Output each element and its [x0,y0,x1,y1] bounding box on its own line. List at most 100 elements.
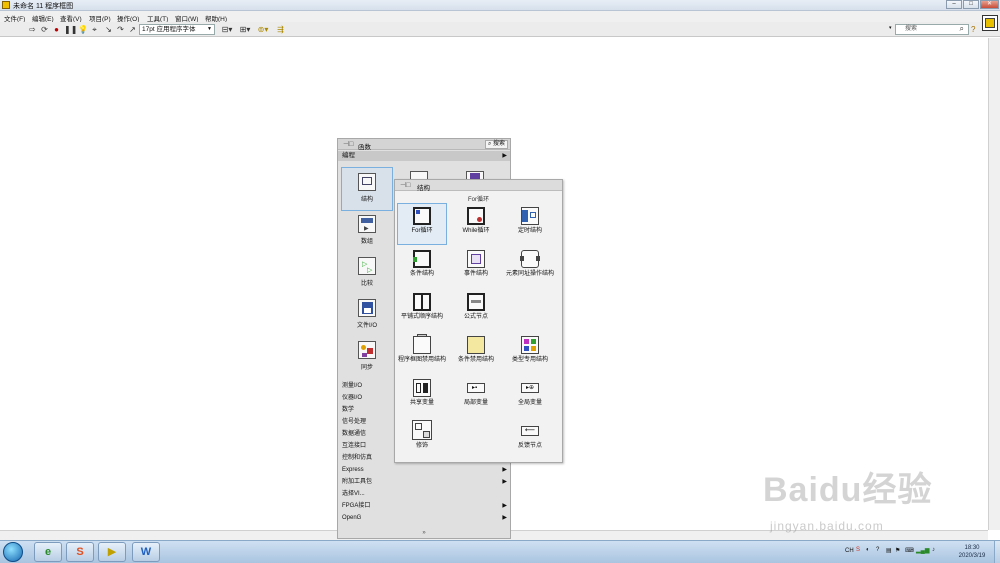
vertical-scrollbar[interactable] [988,38,1000,530]
category-item[interactable]: FPGA接口 ▶ [338,500,510,512]
palette-item-shared-variable[interactable]: 共享变量 [396,379,448,407]
maximize-button[interactable]: □ [963,0,979,9]
retain-wire-values-icon[interactable]: ⌖ [90,25,99,34]
reorder-icon[interactable]: ⊚▾ [256,25,270,34]
item-label: 反馈节点 [517,443,542,449]
palette-item-formula-node[interactable]: 公式节点 [450,293,502,321]
item-label: 修饰 [415,443,428,449]
cleanup-diagram-icon[interactable]: ⇶ [276,25,285,34]
category-item[interactable]: 选择VI... [338,488,510,500]
global-variable-icon: ▸⊕ [521,383,539,393]
highlight-execution-icon[interactable]: 💡 [78,25,88,34]
help-tray-icon[interactable]: ? [876,547,879,553]
search-input[interactable]: 搜索 ⌕ [895,24,969,35]
hover-tooltip: For循环 [467,197,489,203]
category-label: 编程 [342,152,355,159]
formula-node-icon [467,293,485,311]
conditional-disable-icon [467,336,485,354]
baidu-watermark-logo: Baidu经验 [763,471,933,509]
palette-search-button[interactable]: ⌕ 搜索 [484,140,508,149]
palette-item-label: 数组 [360,239,373,245]
palette-item-type-specialization[interactable]: 类型专用结构 [504,336,556,364]
chevron-right-icon: ▶ [502,153,507,159]
input-mode-icon[interactable]: ◐ [866,547,870,553]
palette-item-array[interactable]: ▶ 数组 [347,215,387,245]
type-specialization-icon [521,336,539,354]
step-over-icon[interactable]: ↷ [116,25,125,34]
clock[interactable]: 18:30 2020/3/19 [950,544,994,560]
case-structure-icon [413,250,431,268]
close-button[interactable]: ✕ [980,0,999,9]
for-loop-icon [413,207,431,225]
expand-palette-icon[interactable]: » [338,530,510,536]
sogou-icon[interactable]: S [66,542,94,562]
start-button[interactable] [3,542,23,562]
palette-item-global-variable[interactable]: ▸⊕ 全局变量 [504,379,556,407]
keyboard-icon[interactable]: ⌨ [905,547,914,554]
minimize-button[interactable]: – [946,0,962,9]
language-indicator[interactable]: CH [845,548,854,554]
palette-item-structures[interactable]: 结构 [347,173,387,203]
item-label: While循环 [462,228,490,234]
help-icon[interactable]: ? [971,25,975,34]
step-out-icon[interactable]: ↗ [128,25,137,34]
palette-item-diagram-disable[interactable]: 程序框图禁用结构 [396,334,448,364]
structures-palette-header: ⊣□ 结构 [395,180,562,192]
volume-icon[interactable]: ♪ [932,547,935,553]
category-item[interactable]: 附加工具包 ▶ [338,476,510,488]
item-label: 条件结构 [409,271,434,277]
run-continuously-icon[interactable]: ⟳ [40,25,49,34]
labview-icon[interactable]: ▶ [98,542,126,562]
feedback-node-icon: ⟵ [521,426,539,436]
palette-item-local-variable[interactable]: ▸▪ 局部变量 [450,379,502,407]
category-programming[interactable]: 编程 ▶ [338,151,510,161]
palette-item-timed-structure[interactable]: 定时结构 [504,207,556,235]
font-select[interactable]: 17pt 应用程序字体 ▼ [139,24,215,35]
palette-item-while-loop[interactable]: While循环 [450,207,502,235]
palette-item-in-place-element[interactable]: 元素同址操作结构 [504,250,556,278]
palette-item-event-structure[interactable]: 事件结构 [450,250,502,278]
item-label: 元素同址操作结构 [505,271,554,277]
wps-icon[interactable]: W [132,542,160,562]
taskbar: e S ▶ W CH S ◐ ? ▤ ⚑ ⌨ ▂▄▆ ♪ [0,540,1000,563]
align-objects-icon[interactable]: ⊟▾ [220,25,234,34]
palette-item-synchronization[interactable]: 同步 [347,341,387,371]
item-label: 程序框图禁用结构 [397,357,446,363]
functions-palette-header: ⊣□ 函数 ⌕ 搜索 [338,139,510,151]
sync-icon [358,341,376,359]
vi-icon-graphic [985,18,995,28]
abort-icon[interactable]: ● [52,25,61,34]
palette-item-for-loop[interactable]: For循环 [396,207,448,235]
pin-icon[interactable]: ⊣□ [343,140,353,148]
palette-item-flat-sequence[interactable]: 平铺式顺序结构 [396,293,448,321]
show-desktop-button[interactable] [994,541,1000,563]
step-into-icon[interactable]: ↘ [104,25,113,34]
category-item[interactable]: OpenG ▶ [338,512,510,524]
palette-item-file-io[interactable]: 文件I/O [347,299,387,329]
run-arrow-icon[interactable]: ⇨ [28,25,37,34]
labview-app-icon [2,1,10,9]
while-loop-icon [467,207,485,225]
palette-item-label: 比较 [360,281,373,287]
network-icon[interactable]: ▤ [886,547,892,554]
ie-icon[interactable]: e [34,542,62,562]
palette-item-feedback-node[interactable]: ⟵ 反馈节点 [504,422,556,450]
palette-item-conditional-disable[interactable]: 条件禁用结构 [450,336,502,364]
search-icon[interactable]: ⌕ [960,24,964,33]
item-label: 共享变量 [409,400,434,406]
pin-icon[interactable]: ⊣□ [400,181,410,189]
pause-icon[interactable]: ❚❚ [64,25,77,34]
search-dropdown-icon[interactable]: ▾ [889,25,892,31]
flag-icon[interactable]: ⚑ [895,547,900,554]
palette-item-case-structure[interactable]: 条件结构 [396,250,448,278]
item-label: 定时结构 [517,228,542,234]
structure-icon [358,173,376,191]
signal-icon[interactable]: ▂▄▆ [916,547,929,554]
palette-item-comparison[interactable]: ▷ ▷ 比较 [347,257,387,287]
category-item[interactable]: Express ▶ [338,464,510,476]
palette-item-decorations[interactable]: 修饰 [396,420,448,450]
distribute-objects-icon[interactable]: ⊞▾ [238,25,252,34]
chevron-right-icon: ▶ [502,467,507,473]
sogou-tray-icon[interactable]: S [856,547,860,553]
chevron-down-icon: ▼ [207,26,212,32]
